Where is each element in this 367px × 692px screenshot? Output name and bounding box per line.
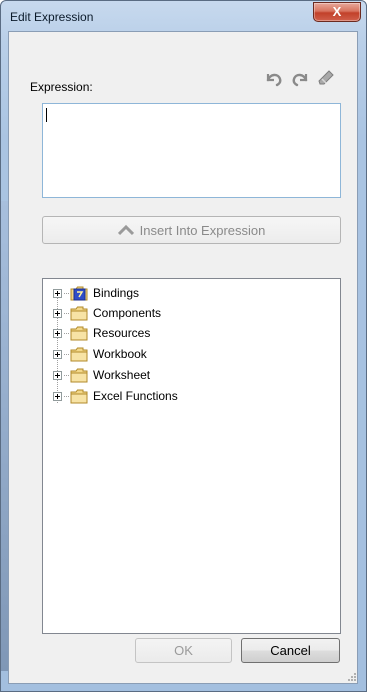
tree-item-excel-functions[interactable]: Excel Functions [53,387,178,405]
tree-connector [64,332,69,334]
chevron-up-icon [117,224,134,236]
undo-icon[interactable] [264,68,284,88]
tree-item-components[interactable]: Components [53,304,161,322]
window-title: Edit Expression [10,10,94,24]
tree-item-label: Worksheet [93,368,151,382]
folder-icon [70,389,88,403]
expression-input[interactable] [42,103,341,198]
insert-into-expression-button[interactable]: Insert Into Expression [42,216,341,244]
window-frame-shade [1,201,8,671]
expand-icon[interactable] [53,349,62,359]
folder-icon [70,368,88,382]
text-caret [46,108,47,122]
close-icon: X [332,4,342,19]
expand-icon[interactable] [53,308,62,318]
tree-connector [64,395,69,397]
tree-connector [64,353,69,355]
tree-item-workbook[interactable]: Workbook [53,345,147,363]
close-button[interactable]: X [313,2,361,22]
expand-icon[interactable] [53,328,62,338]
tree-item-resources[interactable]: Resources [53,324,150,342]
title-bar[interactable]: Edit Expression X [1,1,366,33]
expression-tree[interactable]: Bindings Components Resources Workbook W… [42,278,341,634]
expand-icon[interactable] [53,391,62,401]
folder-icon [70,347,88,361]
expand-icon[interactable] [53,288,62,298]
tree-connector [64,312,69,314]
insert-button-label: Insert Into Expression [139,222,266,238]
tree-item-label: Excel Functions [93,389,178,403]
tree-connector [64,292,69,294]
ok-button[interactable]: OK [135,638,232,663]
expression-label: Expression: [30,80,93,94]
eraser-icon[interactable] [316,68,336,88]
bindings-folder-icon [70,286,88,300]
redo-icon[interactable] [290,68,310,88]
expand-icon[interactable] [53,370,62,380]
folder-icon [70,326,88,340]
tree-item-bindings[interactable]: Bindings [53,284,139,302]
tree-item-label: Components [93,306,162,320]
tree-item-label: Resources [93,326,151,340]
tree-item-label: Bindings [93,286,140,300]
folder-icon [70,306,88,320]
cancel-button[interactable]: Cancel [241,638,340,663]
resize-grip-icon[interactable] [347,672,357,682]
tree-item-worksheet[interactable]: Worksheet [53,366,150,384]
tree-connector [64,374,69,376]
tree-item-label: Workbook [93,347,147,361]
